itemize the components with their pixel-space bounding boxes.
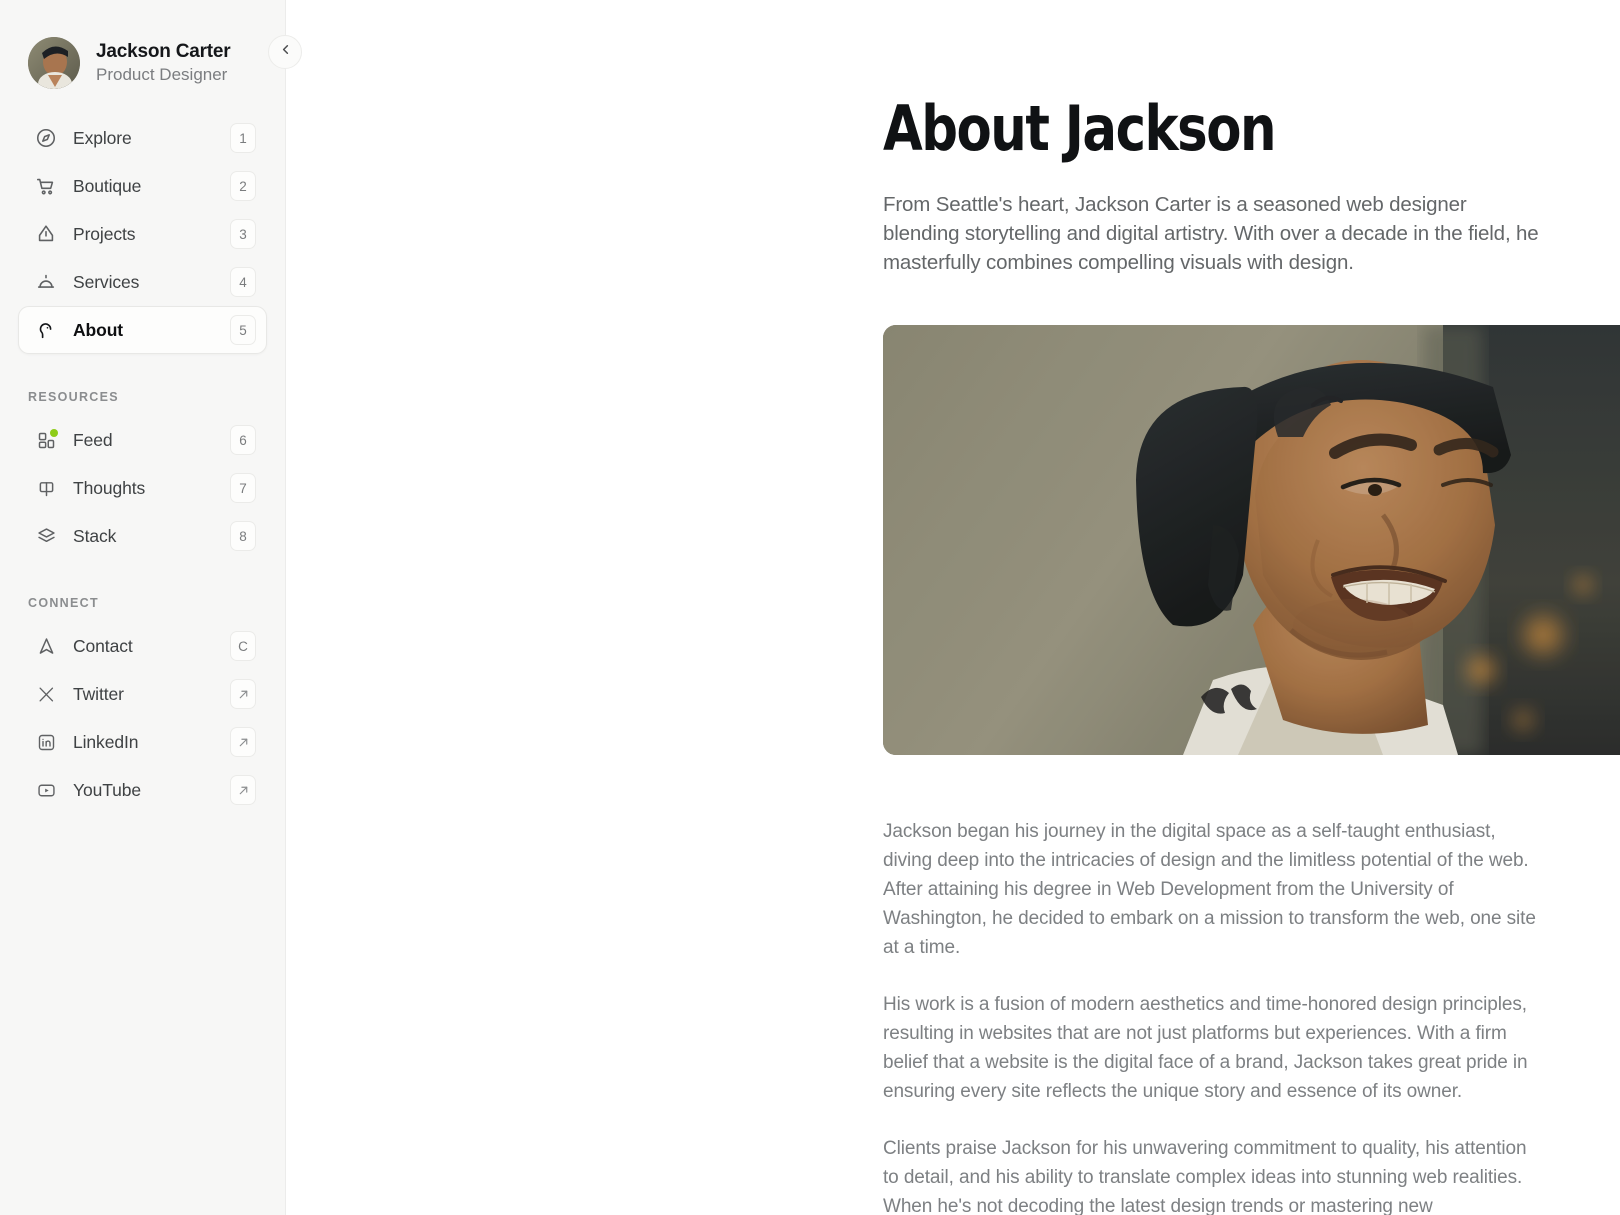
face-head-icon [33,317,59,343]
linkedin-icon [33,729,59,755]
sidebar-item-boutique[interactable]: Boutique 2 [18,162,267,210]
sidebar-item-label: YouTube [73,779,142,800]
paragraph: Jackson began his journey in the digital… [883,821,1536,959]
sidebar-item-thoughts[interactable]: Thoughts 7 [18,464,267,512]
sidebar-item-stack[interactable]: Stack 8 [18,512,267,560]
main-content: About Jackson From Seattle's heart, Jack… [286,0,1620,1215]
sidebar-item-label: Projects [73,223,136,244]
sidebar-item-label: Twitter [73,683,124,704]
chevron-left-icon [278,42,293,62]
external-link-badge [230,679,256,709]
profile-name: Jackson Carter [96,40,231,62]
profile-header[interactable]: Jackson Carter Product Designer [0,0,285,104]
sidebar-item-linkedin[interactable]: LinkedIn [18,718,267,766]
shortcut-badge: 7 [230,473,256,503]
sidebar-item-about[interactable]: About 5 [18,306,267,354]
resources-nav: Feed 6 Thoughts 7 Stack 8 [0,416,285,560]
sidebar-item-services[interactable]: Services 4 [18,258,267,306]
sidebar: Jackson Carter Product Designer Explore … [0,0,302,1215]
shortcut-badge: 5 [230,315,256,345]
sidebar-item-label: Explore [73,127,132,148]
shortcut-badge: C [230,631,256,661]
layers-icon [33,523,59,549]
profile-text: Jackson Carter Product Designer [96,40,231,87]
sidebar-item-label: Services [73,271,140,292]
sidebar-item-label: Boutique [73,175,142,196]
shortcut-badge: 4 [230,267,256,297]
content-column: About Jackson From Seattle's heart, Jack… [883,0,1620,1215]
navigation-arrow-icon [33,633,59,659]
sidebar-item-label: Contact [73,635,133,656]
mailbox-icon [33,475,59,501]
shortcut-badge: 6 [230,425,256,455]
page-lede: From Seattle's heart, Jackson Carter is … [883,193,1539,274]
sidebar-item-contact[interactable]: Contact C [18,622,267,670]
shortcut-badge: 3 [230,219,256,249]
bell-dome-icon [33,269,59,295]
app-root: Jackson Carter Product Designer Explore … [0,0,1620,1215]
section-title-resources: RESOURCES [28,390,119,404]
section-title-connect: CONNECT [28,596,99,610]
sidebar-item-label: LinkedIn [73,731,139,752]
pen-nib-icon [33,221,59,247]
sidebar-item-projects[interactable]: Projects 3 [18,210,267,258]
shortcut-badge: 2 [230,171,256,201]
sidebar-item-label: Stack [73,525,117,546]
sidebar-item-label: About [73,319,124,340]
twitter-x-icon [33,681,59,707]
external-link-badge [230,727,256,757]
body-copy: Jackson began his journey in the digital… [883,817,1543,1215]
paragraph: Clients praise Jackson for his unwaverin… [883,1138,1527,1215]
profile-role: Product Designer [96,65,228,85]
youtube-icon [33,777,59,803]
compass-icon [33,125,59,151]
layout-grid-icon [33,427,59,453]
sidebar-item-explore[interactable]: Explore 1 [18,114,267,162]
external-link-badge [230,775,256,805]
notification-dot [50,429,58,437]
hero-image [883,325,1620,756]
sidebar-item-feed[interactable]: Feed 6 [18,416,267,464]
sidebar-item-twitter[interactable]: Twitter [18,670,267,718]
sidebar-item-youtube[interactable]: YouTube [18,766,267,814]
paragraph: His work is a fusion of modern aesthetic… [883,994,1528,1103]
sidebar-item-label: Feed [73,429,113,450]
connect-nav: Contact C Twitter LinkedIn YouTube [0,622,285,814]
primary-nav: Explore 1 Boutique 2 Projects 3 Services… [0,114,285,354]
cart-icon [33,173,59,199]
avatar [28,37,80,89]
sidebar-item-label: Thoughts [73,477,146,498]
shortcut-badge: 8 [230,521,256,551]
sidebar-collapse-button[interactable] [268,35,302,69]
page-title: About Jackson [883,92,1277,165]
shortcut-badge: 1 [230,123,256,153]
